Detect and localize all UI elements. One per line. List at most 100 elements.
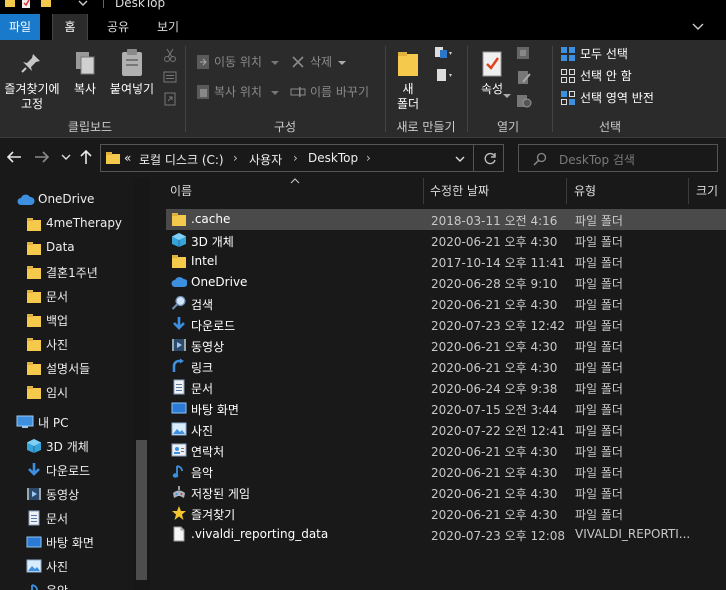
file-row[interactable]: 검색 2020-06-21 오후 4:30 파일 폴더 (166, 293, 726, 314)
select-none-button[interactable]: 선택 안 함 (580, 69, 632, 84)
sidebar-item-label: 결혼1주년 (46, 266, 98, 280)
file-modified: 2020-06-21 오후 4:30 (431, 466, 558, 480)
file-row[interactable]: 바탕 화면 2020-07-15 오전 3:44 파일 폴더 (166, 398, 726, 419)
file-row[interactable]: 동영상 2020-06-21 오후 4:30 파일 폴더 (166, 335, 726, 356)
sort-ascending-icon (290, 178, 300, 184)
sidebar-item-onedrive-child[interactable]: 4meTherapy (0, 212, 136, 236)
easy-access-icon[interactable] (434, 68, 452, 82)
sidebar-item-onedrive-child[interactable]: Data (0, 236, 136, 260)
breadcrumb-overflow[interactable]: « (124, 151, 131, 165)
file-name: 저장된 게임 (191, 487, 251, 501)
breadcrumb-users[interactable]: 사용자 (249, 151, 282, 168)
copy-to-icon (197, 85, 209, 99)
edit-icon[interactable] (516, 70, 532, 86)
back-arrow-icon[interactable] (6, 150, 22, 164)
sidebar-item-onedrive[interactable]: OneDrive (0, 188, 136, 212)
up-arrow-icon[interactable] (80, 149, 92, 165)
invert-selection-button[interactable]: 선택 영역 반전 (580, 91, 654, 106)
file-row[interactable]: 음악 2020-06-21 오후 4:30 파일 폴더 (166, 461, 726, 482)
properties-quick-icon[interactable] (20, 0, 32, 9)
file-row[interactable]: Intel 2017-10-14 오후 11:41 파일 폴더 (166, 251, 726, 272)
select-all-button[interactable]: 모두 선택 (580, 47, 628, 62)
sidebar-item-onedrive-child[interactable]: 문서 (0, 284, 136, 308)
delete-button[interactable]: 삭제 (310, 55, 332, 70)
sidebar-item-pc-child[interactable]: 사진 (0, 554, 136, 578)
tab-file[interactable]: 파일 (0, 14, 40, 40)
file-row[interactable]: 즐겨찾기 2020-06-21 오후 4:30 파일 폴더 (166, 503, 726, 524)
new-folder-button[interactable]: 새 폴더 (390, 82, 426, 112)
chevron-down-icon (271, 61, 279, 65)
cut-icon[interactable] (163, 48, 177, 62)
move-to-button[interactable]: 이동 위치 (214, 55, 262, 70)
address-dropdown-icon[interactable] (455, 156, 465, 162)
file-row[interactable]: .cache 2018-03-11 오전 4:16 파일 폴더 (166, 209, 726, 230)
search-box[interactable]: DeskTop 검색 (518, 144, 718, 172)
recent-locations-icon[interactable] (61, 154, 71, 160)
breadcrumb-desktop[interactable]: DeskTop (308, 151, 358, 165)
sidebar-item-pc-child[interactable]: 음악 (0, 578, 136, 590)
column-divider[interactable] (688, 178, 689, 204)
search-input[interactable]: DeskTop 검색 (559, 151, 635, 168)
column-header-size[interactable]: 크기 (696, 182, 718, 199)
folder-icon (27, 314, 41, 327)
file-row[interactable]: 문서 2020-06-24 오후 9:38 파일 폴더 (166, 377, 726, 398)
file-row[interactable]: 다운로드 2020-07-23 오후 12:42 파일 폴더 (166, 314, 726, 335)
file-row[interactable]: 링크 2020-06-21 오후 4:30 파일 폴더 (166, 356, 726, 377)
tab-home[interactable]: 홈 (52, 14, 88, 40)
column-header-modified[interactable]: 수정한 날짜 (430, 182, 489, 199)
history-icon[interactable] (516, 94, 532, 108)
pin-to-quick-access-button[interactable]: 즐겨찾기에 고정 (2, 82, 62, 112)
file-name: 동영상 (191, 340, 225, 354)
contacts-icon (171, 443, 187, 457)
file-type: 파일 폴더 (575, 319, 623, 333)
file-row[interactable]: .vivaldi_reporting_data 2020-07-23 오후 12:… (166, 524, 726, 545)
delete-icon (292, 56, 304, 68)
sidebar-item-pc-child[interactable]: 다운로드 (0, 458, 136, 482)
file-row[interactable]: 사진 2020-07-22 오전 12:41 파일 폴더 (166, 419, 726, 440)
rename-icon (290, 87, 306, 97)
sidebar-item-onedrive-child[interactable]: 백업 (0, 308, 136, 332)
column-divider[interactable] (566, 178, 567, 204)
new-folder-quick-icon[interactable] (40, 0, 52, 9)
sidebar-scrollbar-thumb[interactable] (136, 440, 147, 580)
copy-to-button[interactable]: 복사 위치 (214, 85, 262, 100)
select-all-icon (561, 47, 575, 61)
rename-button[interactable]: 이름 바꾸기 (310, 85, 369, 100)
quick-access-dropdown-icon[interactable] (78, 0, 88, 9)
sidebar-item-pc-child[interactable]: 바탕 화면 (0, 530, 136, 554)
sidebar-item-label: 3D 개체 (46, 440, 89, 454)
file-name: .cache (191, 212, 231, 226)
breadcrumb-local-disk[interactable]: 로컬 디스크 (C:) (139, 151, 224, 168)
sidebar-item-onedrive-child[interactable]: 결혼1주년 (0, 260, 136, 284)
refresh-icon[interactable] (483, 152, 497, 166)
sidebar-item-onedrive-child[interactable]: 설명서들 (0, 356, 136, 380)
copy-path-icon[interactable] (163, 70, 177, 84)
paste-button[interactable]: 붙여넣기 (106, 82, 158, 97)
address-bar[interactable]: « 로컬 디스크 (C:) › 사용자 › DeskTop › (100, 144, 504, 172)
sidebar-item-onedrive-child[interactable]: 사진 (0, 332, 136, 356)
onedrive-icon (171, 277, 187, 287)
sidebar-item-onedrive-child[interactable]: 임시 (0, 380, 136, 404)
tab-view[interactable]: 보기 (148, 14, 188, 40)
sidebar-item-this-pc[interactable]: 내 PC (0, 410, 136, 434)
file-row[interactable]: 3D 개체 2020-06-21 오후 4:30 파일 폴더 (166, 230, 726, 251)
forward-arrow-icon[interactable] (34, 150, 50, 164)
sidebar-item-label: 임시 (46, 386, 69, 400)
sidebar-item-pc-child[interactable]: 3D 개체 (0, 434, 136, 458)
sidebar-item-pc-child[interactable]: 문서 (0, 506, 136, 530)
file-name: 링크 (191, 361, 214, 375)
open-icon[interactable] (516, 46, 532, 60)
copy-button[interactable]: 복사 (66, 82, 104, 97)
tab-share[interactable]: 공유 (98, 14, 138, 40)
chevron-down-icon (271, 91, 279, 95)
paste-shortcut-icon[interactable] (163, 92, 177, 106)
file-row[interactable]: 연락처 2020-06-21 오후 4:30 파일 폴더 (166, 440, 726, 461)
file-row[interactable]: 저장된 게임 2020-06-21 오후 4:30 파일 폴더 (166, 482, 726, 503)
column-divider[interactable] (423, 178, 424, 204)
column-header-name[interactable]: 이름 (170, 182, 192, 199)
file-row[interactable]: OneDrive 2020-06-28 오후 9:10 파일 폴더 (166, 272, 726, 293)
ribbon-expand-icon[interactable] (692, 23, 704, 31)
new-item-icon[interactable] (434, 46, 452, 60)
column-header-type[interactable]: 유형 (574, 182, 596, 199)
sidebar-item-pc-child[interactable]: 동영상 (0, 482, 136, 506)
